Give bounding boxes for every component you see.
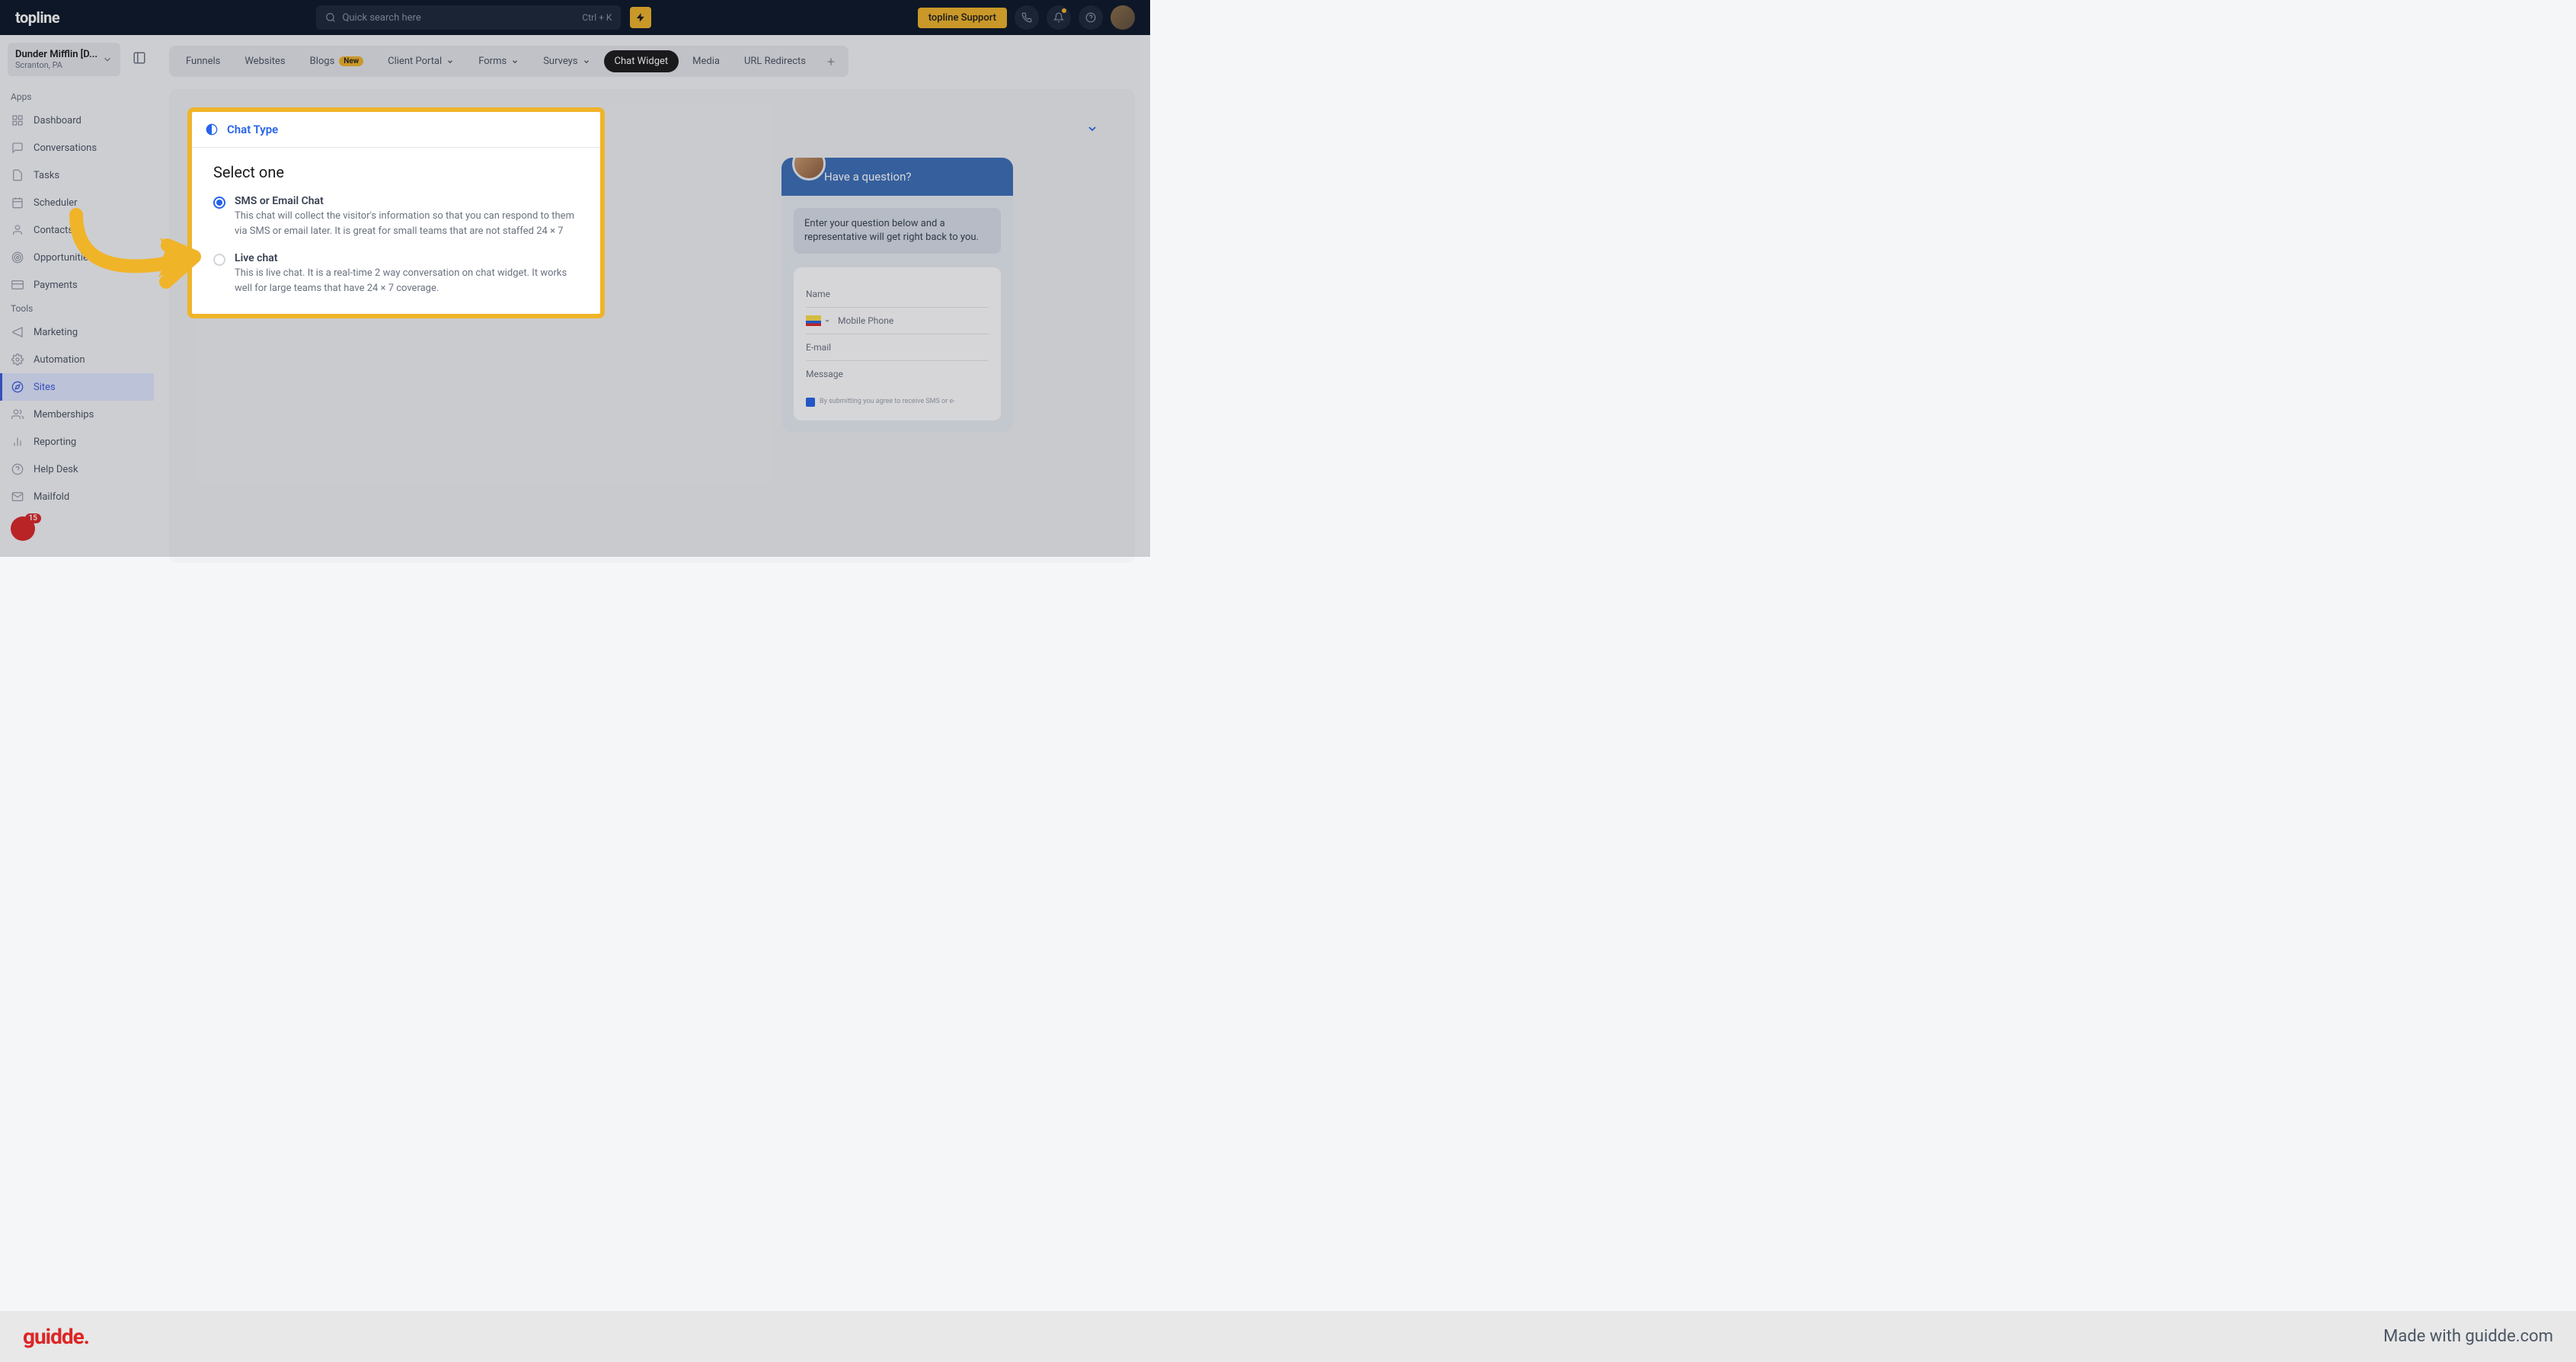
app-logo: topline <box>15 8 59 27</box>
badge-count: 15 <box>25 513 41 523</box>
help-button[interactable] <box>1079 5 1103 30</box>
chevron-down-icon <box>446 58 454 66</box>
main-content: Funnels Websites BlogsNew Client Portal … <box>154 35 1150 608</box>
gear-icon <box>11 353 24 366</box>
sidebar-item-tasks[interactable]: Tasks <box>0 161 154 189</box>
tab-surveys[interactable]: Surveys <box>532 50 600 72</box>
new-badge: New <box>339 56 363 66</box>
question-icon <box>1085 12 1096 23</box>
user-avatar[interactable] <box>1111 5 1135 30</box>
sidebar-icon <box>133 51 146 65</box>
radio-label: Live chat <box>235 252 579 264</box>
annotation-arrow <box>69 207 213 314</box>
chevron-down-icon <box>824 318 830 324</box>
chevron-down-icon <box>583 58 590 66</box>
gear-icon <box>827 58 835 66</box>
email-field[interactable]: E-mail <box>806 334 989 361</box>
tab-blogs[interactable]: BlogsNew <box>299 50 375 72</box>
name-field[interactable]: Name <box>806 281 989 308</box>
tab-websites[interactable]: Websites <box>234 50 296 72</box>
tab-media[interactable]: Media <box>682 50 730 72</box>
users-icon <box>11 408 24 421</box>
account-name: Dunder Mifflin [D... <box>15 49 102 60</box>
sidebar-item-marketing[interactable]: Marketing <box>0 318 154 346</box>
guidde-logo: guidde. <box>23 1324 89 1349</box>
checkbox-icon[interactable] <box>806 398 815 407</box>
sidebar: Dunder Mifflin [D... Scranton, PA Apps D… <box>0 35 154 608</box>
panel-toggle[interactable] <box>133 51 146 68</box>
bolt-icon <box>635 12 646 23</box>
radio-label: SMS or Email Chat <box>235 195 579 207</box>
footer-text: Made with guidde.com <box>2383 1327 2553 1346</box>
bell-button[interactable] <box>1047 5 1071 30</box>
select-heading: Select one <box>213 163 579 181</box>
search-kbd: Ctrl + K <box>582 12 612 23</box>
chevron-down-icon <box>102 54 113 65</box>
topbar: topline Quick search here Ctrl + K topli… <box>0 0 1150 35</box>
tab-forms[interactable]: Forms <box>468 50 529 72</box>
help-icon <box>11 462 24 476</box>
chart-icon <box>11 435 24 449</box>
mail-icon <box>11 490 24 504</box>
sidebar-item-memberships[interactable]: Memberships <box>0 401 154 428</box>
card-icon <box>11 278 24 292</box>
content-panel: Chat Type Select one SMS or Email Chat T… <box>169 89 1135 563</box>
phone-field[interactable]: Mobile Phone <box>806 308 989 334</box>
footer: guidde. Made with guidde.com <box>0 1311 2576 1362</box>
bolt-button[interactable] <box>630 7 651 28</box>
phone-button[interactable] <box>1015 5 1039 30</box>
radio-unchecked-icon <box>213 254 225 266</box>
tasks-icon <box>11 168 24 182</box>
notification-dot <box>1062 8 1066 13</box>
chat-bubble: Enter your question below and a represen… <box>794 208 1001 254</box>
chat-preview-header: Have a question? <box>781 158 1013 196</box>
account-switcher[interactable]: Dunder Mifflin [D... Scranton, PA <box>8 43 120 76</box>
sidebar-item-helpdesk[interactable]: Help Desk <box>0 456 154 483</box>
dashboard-icon <box>11 114 24 127</box>
search-input[interactable]: Quick search here Ctrl + K <box>316 5 621 30</box>
sidebar-item-mailfold[interactable]: Mailfold <box>0 483 154 510</box>
tab-funnels[interactable]: Funnels <box>175 50 231 72</box>
sidebar-item-automation[interactable]: Automation <box>0 346 154 373</box>
user-icon <box>11 223 24 237</box>
contrast-icon <box>206 123 218 136</box>
chat-type-card: Chat Type Select one SMS or Email Chat T… <box>187 107 605 318</box>
chat-icon <box>11 141 24 155</box>
chat-avatar <box>792 158 826 181</box>
consent-text: By submitting you agree to receive SMS o… <box>806 398 989 407</box>
apps-section-label: Apps <box>0 87 154 107</box>
calendar-icon <box>11 196 24 209</box>
collapse-icon[interactable] <box>1086 123 1098 135</box>
sidebar-item-sites[interactable]: Sites <box>0 373 154 401</box>
tab-url-redirects[interactable]: URL Redirects <box>733 50 817 72</box>
card-title: Chat Type <box>227 123 278 136</box>
bell-icon <box>1053 12 1064 23</box>
sidebar-item-dashboard[interactable]: Dashboard <box>0 107 154 134</box>
message-field[interactable]: Message <box>806 361 989 387</box>
radio-live-chat[interactable]: Live chat This is live chat. It is a rea… <box>213 252 579 296</box>
radio-desc: This is live chat. It is a real-time 2 w… <box>235 266 579 296</box>
chat-form: Name Mobile Phone E-mail Message By subm… <box>794 267 1001 420</box>
phone-icon <box>1021 12 1032 23</box>
tab-settings[interactable] <box>820 53 842 71</box>
chat-preview: Have a question? Enter your question bel… <box>781 158 1013 433</box>
target-icon <box>11 251 24 264</box>
account-location: Scranton, PA <box>15 60 102 70</box>
search-placeholder: Quick search here <box>342 12 420 24</box>
tabs: Funnels Websites BlogsNew Client Portal … <box>169 46 849 77</box>
compass-icon <box>11 380 24 394</box>
sidebar-item-reporting[interactable]: Reporting <box>0 428 154 456</box>
support-button[interactable]: topline Support <box>918 8 1007 28</box>
radio-sms-email[interactable]: SMS or Email Chat This chat will collect… <box>213 195 579 238</box>
flag-icon <box>806 315 821 326</box>
tab-client-portal[interactable]: Client Portal <box>377 50 465 72</box>
search-icon <box>325 12 336 23</box>
horn-icon <box>11 325 24 339</box>
sidebar-item-conversations[interactable]: Conversations <box>0 134 154 161</box>
radio-desc: This chat will collect the visitor's inf… <box>235 209 579 238</box>
chevron-down-icon <box>511 58 519 66</box>
tab-chat-widget[interactable]: Chat Widget <box>604 50 679 72</box>
radio-checked-icon <box>213 197 225 209</box>
